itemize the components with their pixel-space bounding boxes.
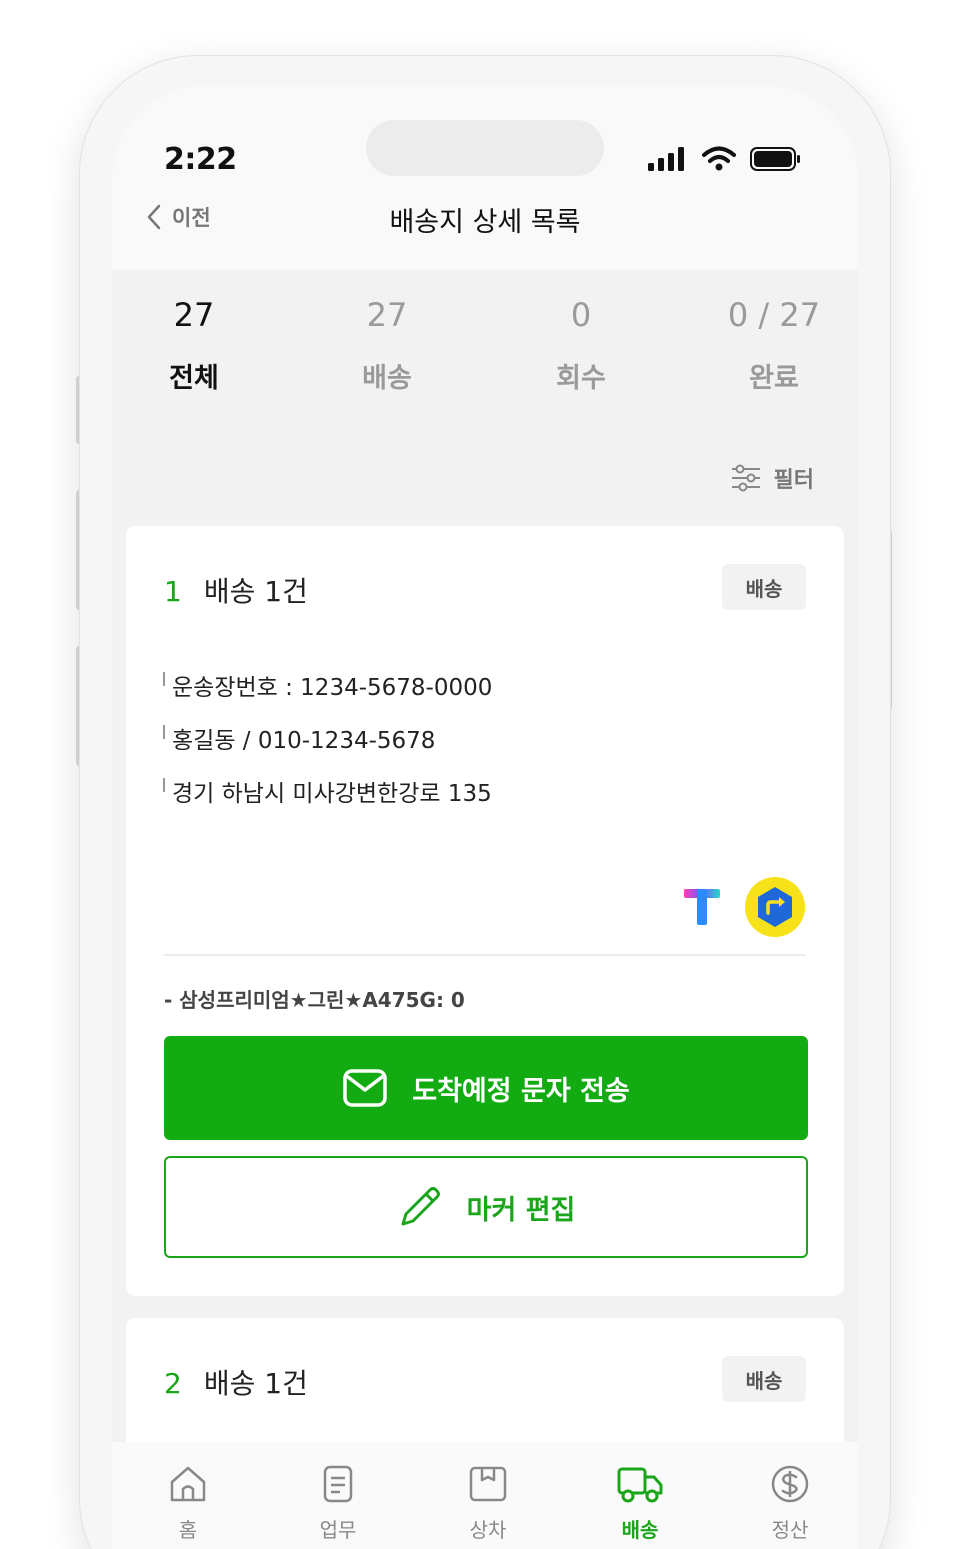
truck-icon (617, 1467, 663, 1503)
tab-label: 업무 (319, 1518, 357, 1542)
tab-home[interactable]: 홈 (138, 1464, 238, 1543)
status-time: 2:22 (164, 142, 237, 177)
stat-total[interactable]: 27 전체 (114, 296, 274, 395)
card-index: 2 (164, 1367, 182, 1400)
tab-settlement[interactable]: 정산 (740, 1464, 840, 1543)
recipient-contact: 홍길동 / 010-1234-5678 (162, 721, 435, 755)
delivery-address: 경기 하남시 미사강변한강로 135 (163, 774, 492, 808)
top-bar: 2:22 이전 배송지 상세 목록 (112, 86, 858, 270)
card-header: 1 배송 1건 (164, 570, 308, 610)
signal-icon (648, 147, 684, 171)
kakao-navi-icon[interactable] (744, 876, 806, 938)
status-badge: 배송 (722, 564, 806, 610)
dynamic-island (366, 120, 604, 176)
page-title: 배송지 상세 목록 (389, 207, 581, 238)
summary-stats: 27 전체 27 배송 0 회수 0 / 27 완료 (112, 296, 858, 406)
send-arrival-sms-label: 도착예정 문자 전송 (412, 1075, 630, 1107)
filter-label: 필터 (773, 468, 814, 493)
stat-value: 27 (173, 296, 215, 334)
delivery-card: 1 배송 1건 배송 운송장번호 : 1234-5678-0000 홍길동 / … (126, 526, 844, 1296)
stat-value: 0 (570, 296, 592, 334)
stat-value: 27 (366, 296, 408, 334)
card-title: 배송 1건 (203, 575, 308, 608)
tab-label: 홈 (178, 1518, 198, 1542)
tmap-icon[interactable] (682, 885, 722, 929)
home-icon (170, 1466, 206, 1502)
card-divider (164, 954, 806, 956)
card-header: 2 배송 1건 (164, 1362, 308, 1402)
status-badge: 배송 (722, 1356, 806, 1402)
stat-label: 완료 (749, 363, 799, 394)
document-icon (323, 1465, 353, 1503)
dollar-icon (771, 1465, 809, 1503)
stat-label: 배송 (362, 363, 412, 394)
box-icon (469, 1466, 507, 1502)
tab-label: 배송 (621, 1518, 659, 1542)
wifi-icon (702, 146, 736, 171)
stat-complete[interactable]: 0 / 27 완료 (694, 296, 854, 395)
stat-pickup[interactable]: 0 회수 (501, 296, 661, 395)
tab-loading[interactable]: 상차 (438, 1464, 538, 1543)
filter-button[interactable]: 필터 (730, 462, 814, 494)
tracking-number: 운송장번호 : 1234-5678-0000 (162, 668, 492, 702)
product-info: - 삼성프리미엄★그린★A475G: 0 (164, 988, 465, 1012)
edit-marker-button[interactable]: 마커 편집 (164, 1156, 808, 1258)
filter-sliders-icon (731, 464, 760, 492)
bottom-tab-bar: 홈 업무 상차 배송 정산 (112, 1442, 858, 1549)
status-icons (648, 146, 802, 172)
mail-icon (343, 1069, 387, 1107)
phone-screen: 2:22 이전 배송지 상세 목록 27 전체 27 배송 0 회수 0 / 2… (112, 86, 858, 1549)
stat-delivery[interactable]: 27 배송 (307, 296, 467, 395)
pencil-icon (401, 1187, 440, 1226)
tab-work[interactable]: 업무 (288, 1464, 388, 1543)
navigation-apps (682, 876, 806, 938)
card-index: 1 (164, 575, 182, 608)
stat-label: 회수 (556, 363, 606, 394)
stat-label: 전체 (169, 363, 219, 394)
battery-icon (750, 147, 800, 171)
tab-label: 정산 (771, 1518, 809, 1542)
tab-label: 상차 (469, 1518, 507, 1542)
edit-marker-label: 마커 편집 (466, 1194, 576, 1226)
card-title: 배송 1건 (203, 1367, 308, 1400)
stat-value: 0 / 27 (727, 296, 821, 334)
tab-delivery[interactable]: 배송 (590, 1464, 690, 1543)
send-arrival-sms-button[interactable]: 도착예정 문자 전송 (164, 1036, 808, 1140)
